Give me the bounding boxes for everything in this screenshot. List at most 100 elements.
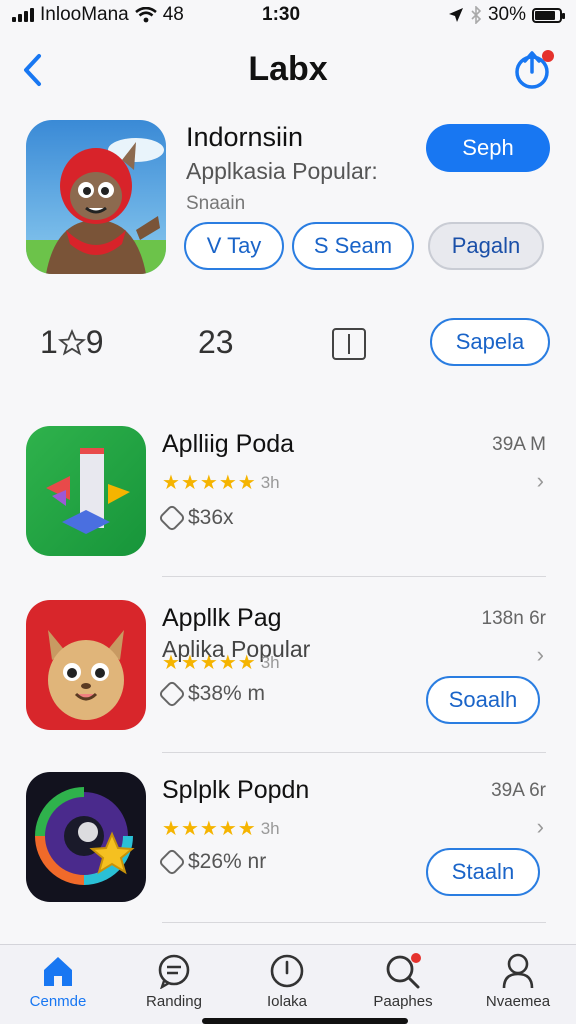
stats-action-button[interactable]: Sapela — [430, 318, 550, 366]
battery-icon — [532, 7, 565, 23]
app-size: 39A 6r — [491, 780, 546, 801]
clock-icon — [269, 951, 305, 991]
app-size: 138n 6r — [481, 608, 546, 629]
featured-app-title: Indornsiin — [186, 122, 304, 152]
bluetooth-icon — [471, 6, 482, 24]
star-icon: ★ — [218, 652, 237, 674]
tab-bar: Cenmde Randing Iolaka Paaphes Nvaemea — [0, 944, 576, 1024]
featured-app-subtitle: Applkasia Popular: — [186, 158, 378, 184]
app-list-item[interactable]: Splplk Popdn 39A 6r › ★ ★ ★ ★ ★ 3h $26% nr S… — [0, 772, 576, 923]
rating-stat: 1 9 — [40, 324, 104, 361]
star-icon: ★ — [199, 818, 218, 840]
tab-label: Iolaka — [266, 993, 308, 1010]
star-half-icon: ★ — [237, 652, 256, 674]
network-type: 48 — [162, 4, 184, 25]
star-half-icon: ★ — [237, 472, 256, 494]
divider — [162, 576, 546, 577]
app-get-button[interactable]: Staaln — [426, 848, 540, 896]
app-price-value: $26% nr — [188, 850, 267, 873]
tag-icon — [157, 503, 187, 533]
rating-value: 1 — [40, 324, 58, 360]
pill-button-3[interactable]: Pagaln — [428, 222, 544, 270]
rating-count: 3h — [260, 818, 280, 838]
share-icon — [515, 50, 554, 89]
app-price-value: $36x — [188, 506, 234, 529]
star-icon: ★ — [180, 652, 199, 674]
chevron-right-icon: › — [536, 468, 544, 493]
tab-randing[interactable]: Randing — [124, 951, 224, 1021]
star-icon: ★ — [180, 818, 199, 840]
tab-paaphes[interactable]: Paaphes — [353, 951, 453, 1021]
star-outline-icon — [57, 328, 86, 356]
page-title: Labx — [248, 50, 328, 88]
tab-iolaka[interactable]: Iolaka — [237, 951, 337, 1021]
tab-label: Randing — [146, 993, 202, 1010]
count-stat: 23 — [198, 324, 234, 360]
star-rating: ★ ★ ★ ★ ★ 3h — [162, 816, 280, 841]
app-list-item[interactable]: Appllk Pag Aplika Popular 138n 6r › ★ ★ ★ ★… — [0, 600, 576, 753]
home-icon — [40, 951, 76, 991]
stats-row: 1 9 23 Sapela — [0, 316, 576, 372]
featured-app: Indornsiin Applkasia Popular: Snaain Sep… — [0, 118, 576, 278]
profile-icon — [500, 951, 536, 991]
navigation-bar: Labx — [0, 40, 576, 100]
star-icon: ★ — [162, 652, 180, 674]
star-icon: ★ — [199, 472, 218, 494]
pill-button-2[interactable]: S Seam — [292, 222, 414, 270]
star-icon: ★ — [218, 472, 237, 494]
divider — [162, 752, 546, 753]
rating-count: 3h — [260, 472, 280, 492]
star-half-icon: ★ — [237, 818, 256, 840]
get-button[interactable]: Seph — [426, 124, 550, 172]
star-rating: ★ ★ ★ ★ ★ 3h — [162, 650, 280, 675]
search-icon — [384, 951, 422, 991]
app-icon-3 — [26, 772, 146, 902]
star-icon: ★ — [180, 472, 199, 494]
star-icon: ★ — [162, 818, 180, 840]
star-icon: ★ — [162, 472, 180, 494]
star-rating: ★ ★ ★ ★ ★ 3h — [162, 470, 280, 495]
star-icon: ★ — [218, 818, 237, 840]
status-right: 30% — [448, 4, 565, 26]
rating-suffix: 9 — [85, 324, 104, 360]
tag-icon — [157, 847, 187, 877]
featured-app-subtext: Snaain — [186, 193, 246, 214]
app-price-value: $38% m — [188, 682, 266, 705]
tag-icon — [157, 679, 187, 709]
carrier-name: InlooMana — [40, 4, 129, 25]
tab-label: Nvaemea — [485, 993, 551, 1010]
chevron-right-icon: › — [536, 814, 544, 839]
status-left: InlooMana 48 — [12, 4, 184, 26]
status-time: 1:30 — [262, 4, 301, 25]
app-get-button[interactable]: Soaalh — [426, 676, 540, 724]
app-price: $36x — [157, 503, 234, 533]
divider — [162, 922, 546, 923]
app-list-item[interactable]: Aplliig Poda 39A M › ★ ★ ★ ★ ★ 3h $36x — [0, 426, 576, 577]
status-bar: InlooMana 48 1:30 30% — [0, 0, 576, 30]
app-icon-1 — [26, 426, 146, 556]
app-name: Aplliig Poda — [162, 430, 295, 458]
star-icon: ★ — [199, 652, 218, 674]
wifi-icon — [134, 7, 157, 23]
tab-nvaemea[interactable]: Nvaemea — [468, 951, 568, 1021]
tab-label: Cenmde — [29, 993, 87, 1010]
battery-percent: 30% — [487, 4, 526, 25]
app-name: Splplk Popdn — [162, 776, 310, 804]
app-size: 39A M — [492, 434, 546, 455]
home-indicator — [202, 1018, 408, 1024]
tab-home[interactable]: Cenmde — [8, 951, 108, 1021]
rating-count: 3h — [260, 652, 280, 672]
chat-icon — [156, 951, 192, 991]
chevron-right-icon: › — [536, 642, 544, 667]
info-box-icon — [332, 328, 366, 360]
app-price: $26% nr — [157, 847, 267, 877]
app-name: Appllk Pag — [162, 604, 282, 632]
signal-icon — [12, 8, 34, 22]
app-icon-2 — [26, 600, 146, 730]
pill-button-1[interactable]: V Tay — [184, 222, 284, 270]
app-price: $38% m — [157, 679, 266, 709]
share-button[interactable] — [510, 44, 560, 94]
featured-app-icon[interactable] — [26, 120, 166, 274]
tab-label: Paaphes — [373, 993, 433, 1010]
location-icon — [448, 8, 463, 22]
